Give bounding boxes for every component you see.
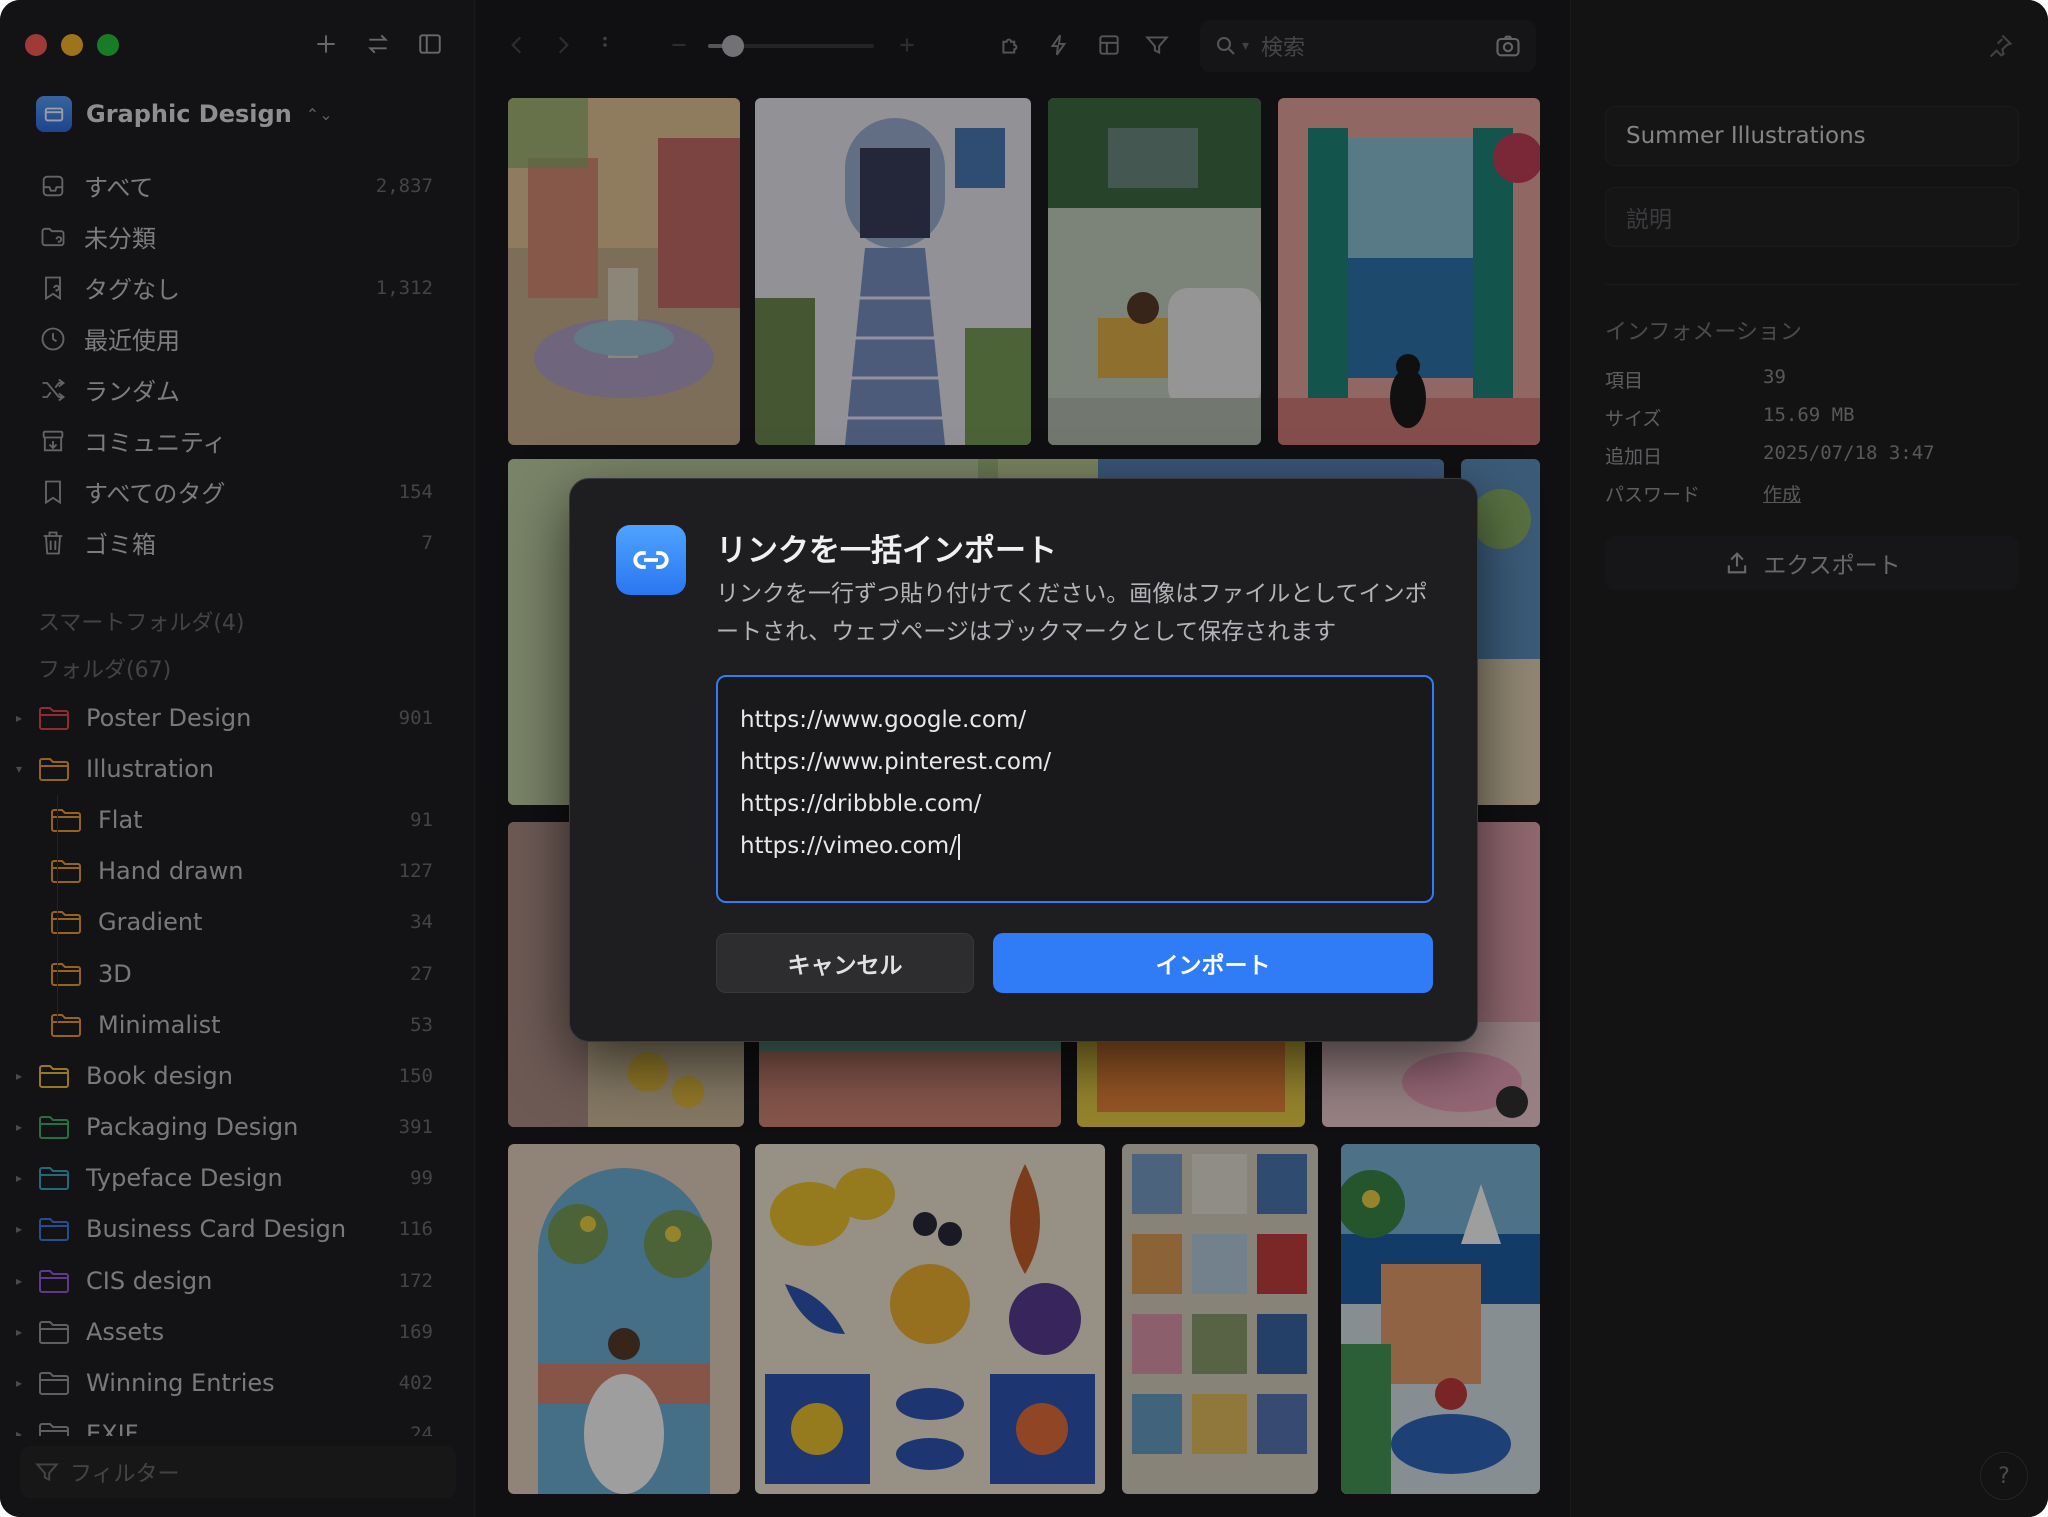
link-icon (616, 525, 686, 595)
cancel-button[interactable]: キャンセル (716, 933, 974, 993)
link-line: https://www.google.com/ (740, 699, 1410, 741)
app-window: Graphic Design ⌃⌄ すべて 2,837 未分類 タグなし 1,312 最近… (0, 0, 2048, 1517)
link-line: https://vimeo.com/ (740, 825, 1410, 867)
link-line: https://www.pinterest.com/ (740, 741, 1410, 783)
bulk-import-dialog: リンクを一括インポート リンクを一行ずつ貼り付けてください。画像はファイルとして… (569, 478, 1478, 1042)
import-button[interactable]: インポート (993, 933, 1433, 993)
links-textarea[interactable]: https://www.google.com/https://www.pinte… (716, 675, 1434, 903)
link-line: https://dribbble.com/ (740, 783, 1410, 825)
dialog-description: リンクを一行ずつ貼り付けてください。画像はファイルとしてインポートされ、ウェブペ… (716, 581, 1428, 645)
link-text: https://www.google.com/ (740, 707, 1027, 733)
link-text: https://dribbble.com/ (740, 791, 982, 817)
dialog-title: リンクを一括インポート (716, 533, 1057, 569)
link-text: https://vimeo.com/ (740, 833, 957, 859)
link-text: https://www.pinterest.com/ (740, 749, 1052, 775)
text-caret (957, 833, 960, 860)
